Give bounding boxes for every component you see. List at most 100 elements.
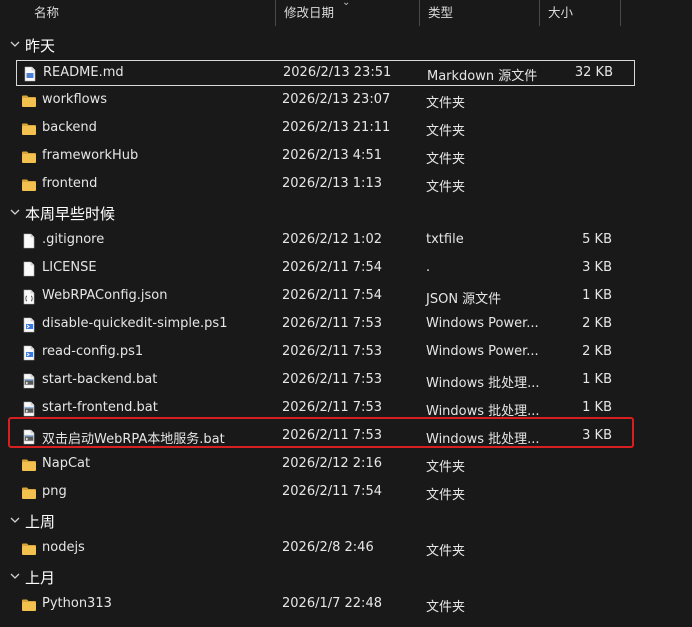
file-row[interactable]: frontend 2026/2/13 1:13 文件夹 xyxy=(16,172,635,198)
file-row[interactable]: nodejs 2026/2/8 2:46 文件夹 xyxy=(16,536,635,562)
file-type: 文件夹 xyxy=(426,600,466,615)
file-row[interactable]: read-config.ps1 2026/2/11 7:53 Windows Pow… xyxy=(16,340,635,366)
file-row[interactable]: disable-quickedit-simple.ps1 2026/2/11 7:… xyxy=(16,312,635,338)
group-header[interactable]: 本周早些时候 xyxy=(0,200,692,226)
file-type: 文件夹 xyxy=(426,124,466,139)
file-date: 2026/2/11 7:53 xyxy=(282,372,382,387)
file-name: start-backend.bat xyxy=(42,372,158,387)
file-row[interactable]: start-frontend.bat 2026/2/11 7:53 Windows … xyxy=(16,396,635,422)
file-date: 2026/2/12 2:16 xyxy=(282,456,382,471)
file-row[interactable]: png 2026/2/11 7:54 文件夹 xyxy=(16,480,635,506)
file-size: 32 KB xyxy=(574,65,613,80)
chevron-down-icon[interactable] xyxy=(8,569,22,583)
folder-icon xyxy=(21,93,37,109)
file-name: workflows xyxy=(42,92,108,107)
file-row[interactable]: .gitignore 2026/2/12 1:02 txtfile 5 KB xyxy=(16,228,635,254)
file-name: backend xyxy=(42,120,97,135)
group-header[interactable]: 昨天 xyxy=(0,32,692,58)
file-name: LICENSE xyxy=(42,260,97,275)
group-title: 上周 xyxy=(25,513,56,531)
file-size: 5 KB xyxy=(582,232,612,247)
file-size: 3 KB xyxy=(582,260,612,275)
group-title: 昨天 xyxy=(25,37,56,55)
powershell-file-icon xyxy=(21,345,37,361)
folder-icon xyxy=(21,149,37,165)
column-header-name[interactable]: 名称 xyxy=(26,0,275,26)
file-name: start-frontend.bat xyxy=(42,400,158,415)
folder-icon xyxy=(21,121,37,137)
file-date: 2026/2/13 21:11 xyxy=(282,120,391,135)
file-date: 2026/2/13 4:51 xyxy=(282,148,382,163)
folder-icon xyxy=(21,177,37,193)
file-type: JSON 源文件 xyxy=(426,292,502,307)
file-name: NapCat xyxy=(42,456,91,471)
file-date: 2026/2/8 2:46 xyxy=(282,540,374,555)
file-row[interactable]: start-backend.bat 2026/2/11 7:53 Windows 批… xyxy=(16,368,635,394)
column-header-type[interactable]: 类型 xyxy=(420,0,539,26)
file-size: 1 KB xyxy=(582,400,612,415)
file-type: Windows 批处理... xyxy=(426,404,540,419)
group-title: 上月 xyxy=(25,569,56,587)
column-header-size[interactable]: 大小 xyxy=(540,0,620,26)
file-type: 文件夹 xyxy=(426,152,466,167)
file-name: read-config.ps1 xyxy=(42,344,144,359)
chevron-down-icon[interactable] xyxy=(8,205,22,219)
file-size: 2 KB xyxy=(582,344,612,359)
blank-file-icon xyxy=(21,233,37,249)
file-type: Windows Power... xyxy=(426,316,539,331)
file-row[interactable]: workflows 2026/2/13 23:07 文件夹 xyxy=(16,88,635,114)
powershell-file-icon xyxy=(21,317,37,333)
folder-icon xyxy=(21,541,37,557)
file-row[interactable]: LICENSE 2026/2/11 7:54. 3 KB xyxy=(16,256,635,282)
file-row[interactable]: Python313 2026/1/7 22:48 文件夹 xyxy=(16,592,635,618)
file-type: txtfile xyxy=(426,232,464,247)
batch-file-icon xyxy=(21,401,37,417)
file-date: 2026/2/11 7:53 xyxy=(282,428,382,443)
file-date: 2026/2/13 23:07 xyxy=(282,92,391,107)
json-file-icon xyxy=(21,289,37,305)
folder-icon xyxy=(21,485,37,501)
column-header-date[interactable]: 修改日期 xyxy=(276,0,419,26)
file-row[interactable]: backend 2026/2/13 21:11 文件夹 xyxy=(16,116,635,142)
file-date: 2026/2/11 7:53 xyxy=(282,316,382,331)
file-row[interactable]: README.md 2026/2/13 23:51 Markdown 源文件 32 K… xyxy=(16,60,635,86)
file-type: Windows 批处理... xyxy=(426,432,540,447)
chevron-down-icon[interactable] xyxy=(8,37,22,51)
column-header-bar: 名称 ⌄ 修改日期 类型 大小 xyxy=(0,0,692,26)
batch-file-icon xyxy=(21,373,37,389)
file-name: .gitignore xyxy=(42,232,105,247)
markdown-file-icon xyxy=(22,66,38,82)
file-row[interactable]: 双击启动WebRPA本地服务.bat 2026/2/11 7:53 Windows … xyxy=(16,424,635,450)
file-name: 双击启动WebRPA本地服务.bat xyxy=(42,432,225,447)
file-size: 2 KB xyxy=(582,316,612,331)
file-name: frontend xyxy=(42,176,98,191)
group-header[interactable]: 上月 xyxy=(0,564,692,590)
file-type: Markdown 源文件 xyxy=(427,69,538,84)
file-row[interactable]: NapCat 2026/2/12 2:16 文件夹 xyxy=(16,452,635,478)
file-row[interactable]: WebRPAConfig.json 2026/2/11 7:54 JSON 源文件 1… xyxy=(16,284,635,310)
file-type: 文件夹 xyxy=(426,460,466,475)
batch-file-icon xyxy=(21,429,37,445)
file-date: 2026/2/11 7:54 xyxy=(282,484,382,499)
file-type: Windows Power... xyxy=(426,344,539,359)
chevron-down-icon[interactable] xyxy=(8,513,22,527)
group-header[interactable]: 上周 xyxy=(0,508,692,534)
file-size: 1 KB xyxy=(582,372,612,387)
file-name: WebRPAConfig.json xyxy=(42,288,168,303)
file-type: Windows 批处理... xyxy=(426,376,540,391)
file-type: 文件夹 xyxy=(426,96,466,111)
file-date: 2026/2/11 7:53 xyxy=(282,344,382,359)
file-date: 2026/2/11 7:53 xyxy=(282,400,382,415)
file-date: 2026/2/11 7:54 xyxy=(282,260,382,275)
file-name: nodejs xyxy=(42,540,85,555)
file-date: 2026/2/13 1:13 xyxy=(282,176,382,191)
file-type: 文件夹 xyxy=(426,180,466,195)
file-name: disable-quickedit-simple.ps1 xyxy=(42,316,228,331)
file-row[interactable]: frameworkHub 2026/2/13 4:51 文件夹 xyxy=(16,144,635,170)
file-name: png xyxy=(42,484,67,499)
file-type: 文件夹 xyxy=(426,488,466,503)
file-size: 1 KB xyxy=(582,288,612,303)
file-type: 文件夹 xyxy=(426,544,466,559)
file-name: frameworkHub xyxy=(42,148,139,163)
column-divider[interactable] xyxy=(620,0,621,26)
